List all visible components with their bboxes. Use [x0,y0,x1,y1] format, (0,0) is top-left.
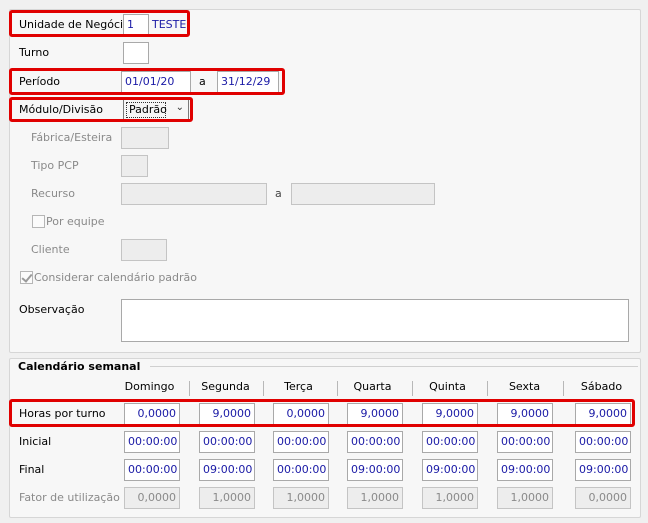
unidade-code-input[interactable]: 1 [123,14,149,36]
day-header-terca: Terça [284,380,313,393]
fabrica-label: Fábrica/Esteira [31,131,113,144]
calendario-title: Calendário semanal [18,360,141,373]
final-terca-input[interactable]: 00:00:00 [273,459,329,481]
row-label-inicial: Inicial [19,435,52,448]
chevron-down-icon: ⌄ [175,102,184,113]
fator-segunda-input[interactable]: 1,0000 [199,487,255,509]
inicial-segunda-input[interactable]: 00:00:00 [199,431,255,453]
recurso-start-input[interactable] [121,183,267,205]
por-equipe-label: Por equipe [46,215,105,228]
horas-quinta-input[interactable]: 9,0000 [422,403,478,425]
calendario-title-divider [150,366,638,367]
inicial-quinta-input[interactable]: 00:00:00 [422,431,478,453]
inicial-sabado-input[interactable]: 00:00:00 [575,431,631,453]
modulo-selected-value: Padrão [126,102,167,118]
tipo-pcp-label: Tipo PCP [31,159,79,172]
final-sabado-input[interactable]: 09:00:00 [575,459,631,481]
horas-sabado-input[interactable]: 9,0000 [575,403,631,425]
recurso-separator: a [275,187,282,200]
modulo-select[interactable]: Padrão ⌄ [123,99,189,121]
fator-domingo-input[interactable]: 0,0000 [124,487,180,509]
por-equipe-checkbox[interactable] [32,215,45,228]
day-header-quarta: Quarta [353,380,392,393]
fabrica-input[interactable] [121,127,169,149]
final-domingo-input[interactable]: 00:00:00 [124,459,180,481]
inicial-domingo-input[interactable]: 00:00:00 [124,431,180,453]
periodo-start-input[interactable]: 01/01/20 [121,71,191,93]
inicial-terca-input[interactable]: 00:00:00 [273,431,329,453]
fator-terca-input[interactable]: 1,0000 [273,487,329,509]
recurso-label: Recurso [31,187,75,200]
horas-sexta-input[interactable]: 9,0000 [497,403,553,425]
modulo-label: Módulo/Divisão [19,103,103,116]
final-sexta-input[interactable]: 09:00:00 [497,459,553,481]
horas-segunda-input[interactable]: 9,0000 [199,403,255,425]
row-label-horas: Horas por turno [19,407,106,420]
observacao-textarea[interactable] [121,299,629,342]
horas-domingo-input[interactable]: 0,0000 [124,403,180,425]
unidade-name-text: TESTE [152,18,187,31]
cliente-input[interactable] [121,239,167,261]
tipo-pcp-input[interactable] [121,155,148,177]
unidade-label: Unidade de Negócio [19,18,130,31]
periodo-label: Período [19,75,61,88]
horas-terca-input[interactable]: 0,0000 [273,403,329,425]
day-header-sexta: Sexta [508,380,541,393]
day-header-sabado: Sábado [580,380,623,393]
horas-quarta-input[interactable]: 9,0000 [347,403,403,425]
fator-sabado-input[interactable]: 0,0000 [575,487,631,509]
recurso-end-input[interactable] [291,183,435,205]
turno-label: Turno [19,46,50,59]
fator-quarta-input[interactable]: 1,0000 [347,487,403,509]
considerar-checkbox[interactable] [20,271,33,284]
inicial-quarta-input[interactable]: 00:00:00 [347,431,403,453]
day-header-domingo: Domingo [124,380,175,393]
row-label-final: Final [19,463,45,476]
cliente-label: Cliente [31,243,70,256]
fator-sexta-input[interactable]: 1,0000 [497,487,553,509]
periodo-separator: a [199,75,206,88]
final-quarta-input[interactable]: 09:00:00 [347,459,403,481]
turno-input[interactable] [123,42,149,64]
considerar-label: Considerar calendário padrão [34,271,198,284]
observacao-label: Observação [19,303,85,316]
day-header-quinta: Quinta [429,380,466,393]
final-quinta-input[interactable]: 09:00:00 [422,459,478,481]
final-segunda-input[interactable]: 09:00:00 [199,459,255,481]
periodo-end-input[interactable]: 31/12/29 [217,71,279,93]
inicial-sexta-input[interactable]: 00:00:00 [497,431,553,453]
fator-quinta-input[interactable]: 1,0000 [422,487,478,509]
row-label-fator: Fator de utilização [19,491,120,504]
day-header-segunda: Segunda [201,380,250,393]
